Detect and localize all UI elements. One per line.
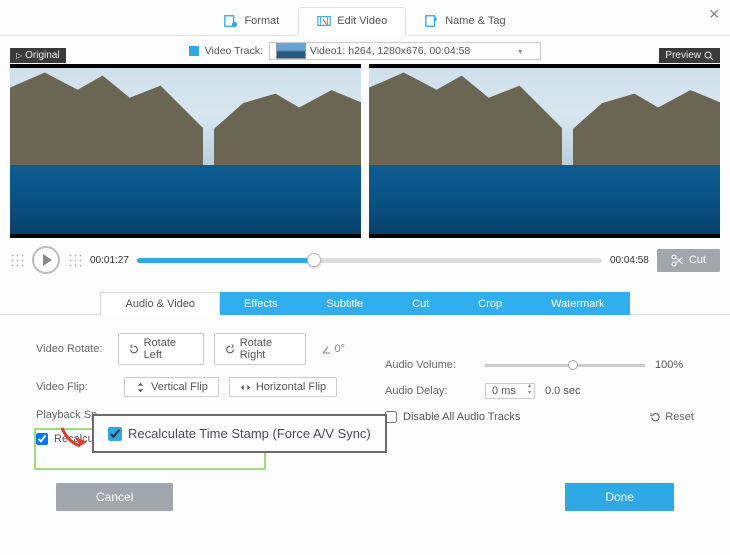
- angle-icon: [322, 345, 331, 354]
- tab-format[interactable]: Format: [205, 7, 298, 36]
- format-icon: [224, 14, 238, 28]
- magnify-icon: [704, 51, 714, 61]
- original-badge: ▷Original: [10, 48, 66, 63]
- scissors-icon: [671, 254, 684, 267]
- flip-label: Video Flip:: [36, 381, 114, 393]
- sub-tabs: Audio & Video Effects Subtitle Cut Crop …: [0, 292, 730, 315]
- rotate-left-icon: [129, 344, 139, 355]
- video-track-thumb: [276, 43, 306, 59]
- rotate-label: Video Rotate:: [36, 343, 108, 355]
- preview-original[interactable]: [10, 64, 361, 238]
- preview-row: [0, 64, 730, 238]
- highlight-callout: Recalculate Time Stamp (Force A/V Sync): [92, 414, 387, 453]
- vertical-flip-icon: [135, 382, 146, 393]
- edit-video-icon: [317, 14, 331, 28]
- subtab-subtitle[interactable]: Subtitle: [302, 292, 388, 315]
- name-tag-icon: [425, 14, 439, 28]
- frame-grid-right-icon[interactable]: [68, 253, 82, 267]
- audio-volume-slider[interactable]: [485, 364, 645, 367]
- preview-output[interactable]: [369, 64, 720, 238]
- tab-format-label: Format: [244, 15, 279, 27]
- reset-icon: [650, 412, 661, 423]
- subtab-watermark[interactable]: Watermark: [527, 292, 629, 315]
- audio-delay-sec: 0.0 sec: [545, 385, 580, 397]
- video-track-label: Video Track:: [205, 45, 263, 57]
- annotation-arrow-icon: [58, 424, 92, 454]
- top-tabs: Format Edit Video Name & Tag: [0, 0, 730, 36]
- horizontal-flip-button[interactable]: Horizontal Flip: [229, 377, 337, 397]
- audio-volume-value: 100%: [655, 359, 683, 371]
- disable-audio-checkbox[interactable]: Disable All Audio Tracks: [385, 411, 520, 423]
- done-button[interactable]: Done: [565, 483, 674, 511]
- video-track-select[interactable]: Video1: h264, 1280x676, 00:04:58: [269, 42, 541, 60]
- timeline: 00:01:27 00:04:58 Cut: [0, 238, 730, 282]
- film-icon: [189, 46, 199, 56]
- rotate-right-icon: [225, 344, 235, 355]
- frame-grid-left-icon[interactable]: [10, 253, 24, 267]
- cancel-button[interactable]: Cancel: [56, 483, 173, 511]
- tab-edit-video[interactable]: Edit Video: [298, 7, 406, 36]
- audio-delay-spinner[interactable]: 0 ms: [485, 383, 535, 399]
- subtab-audio-video[interactable]: Audio & Video: [100, 292, 220, 315]
- preview-badge[interactable]: Preview: [659, 48, 720, 63]
- video-track-info: Video1: h264, 1280x676, 00:04:58: [310, 45, 470, 57]
- seek-slider[interactable]: [137, 258, 602, 263]
- subtab-crop[interactable]: Crop: [454, 292, 527, 315]
- video-track-row: Video Track: Video1: h264, 1280x676, 00:…: [0, 36, 730, 64]
- time-total: 00:04:58: [610, 255, 649, 266]
- horizontal-flip-icon: [240, 382, 251, 393]
- subtab-cut[interactable]: Cut: [388, 292, 454, 315]
- time-current: 00:01:27: [90, 255, 129, 266]
- play-button[interactable]: [32, 246, 60, 274]
- rotate-left-button[interactable]: Rotate Left: [118, 333, 204, 365]
- recalc-checkbox-full[interactable]: Recalculate Time Stamp (Force A/V Sync): [108, 426, 371, 441]
- audio-delay-label: Audio Delay:: [385, 385, 475, 397]
- vertical-flip-button[interactable]: Vertical Flip: [124, 377, 219, 397]
- tab-name-tag-label: Name & Tag: [445, 15, 505, 27]
- reset-button[interactable]: Reset: [650, 411, 694, 423]
- audio-volume-label: Audio Volume:: [385, 359, 475, 371]
- tab-name-tag[interactable]: Name & Tag: [406, 7, 524, 36]
- subtab-effects[interactable]: Effects: [220, 292, 302, 315]
- rotate-angle: 0°: [322, 343, 345, 355]
- cut-button[interactable]: Cut: [657, 249, 720, 272]
- rotate-right-button[interactable]: Rotate Right: [214, 333, 307, 365]
- footer: Cancel Done: [0, 467, 730, 511]
- tab-edit-video-label: Edit Video: [337, 15, 387, 27]
- close-icon[interactable]: ✕: [708, 6, 720, 23]
